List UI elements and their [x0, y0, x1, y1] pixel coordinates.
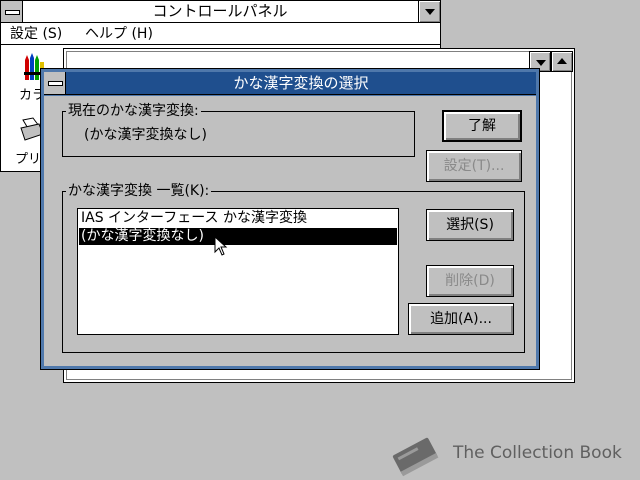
chevron-down-icon — [536, 60, 546, 66]
menu-help[interactable]: ヘルプ (H) — [85, 25, 153, 43]
background-window-maximize-button[interactable] — [551, 51, 573, 72]
menu-settings[interactable]: 設定 (S) — [10, 25, 62, 43]
chevron-down-icon — [425, 9, 435, 15]
delete-button[interactable]: 削除(D) — [426, 265, 514, 297]
system-menu-button[interactable] — [1, 1, 23, 22]
dialog-title: かな漢字変換の選択 — [233, 74, 369, 92]
dialog-system-menu-button[interactable] — [44, 72, 66, 94]
select-button[interactable]: 選択(S) — [426, 209, 514, 241]
chevron-up-icon — [557, 58, 567, 64]
kana-kanji-select-dialog: かな漢字変換の選択 現在のかな漢字変換: (かな漢字変換なし) 了解 設定(T)… — [40, 68, 540, 370]
control-panel-titlebar[interactable]: コントロールパネル — [1, 1, 440, 23]
conversion-list-group-label: かな漢字変換 一覧(K): — [66, 183, 212, 199]
mouse-pointer-icon — [214, 236, 228, 256]
add-button[interactable]: 追加(A)... — [408, 303, 514, 335]
conversion-listbox[interactable]: IAS インターフェース かな漢字変換 (かな漢字変換なし) — [77, 208, 399, 335]
list-item-selected[interactable]: (かな漢字変換なし) — [79, 228, 397, 245]
current-conversion-value: (かな漢字変換なし) — [84, 127, 207, 143]
dialog-body: 現在のかな漢字変換: (かな漢字変換なし) 了解 設定(T)... かな漢字変換… — [44, 96, 536, 366]
book-icon — [392, 437, 439, 477]
current-conversion-group-label: 現在のかな漢字変換: — [66, 103, 201, 119]
control-panel-menubar: 設定 (S) ヘルプ (H) — [1, 23, 440, 45]
dialog-titlebar[interactable]: かな漢字変換の選択 — [44, 72, 536, 95]
ok-button[interactable]: 了解 — [442, 110, 522, 142]
control-panel-title: コントロールパネル — [152, 2, 288, 20]
minimize-button[interactable] — [418, 1, 440, 22]
list-item[interactable]: IAS インターフェース かな漢字変換 — [79, 210, 397, 227]
watermark-text: The Collection Book — [453, 443, 622, 463]
settings-button[interactable]: 設定(T)... — [426, 150, 522, 182]
